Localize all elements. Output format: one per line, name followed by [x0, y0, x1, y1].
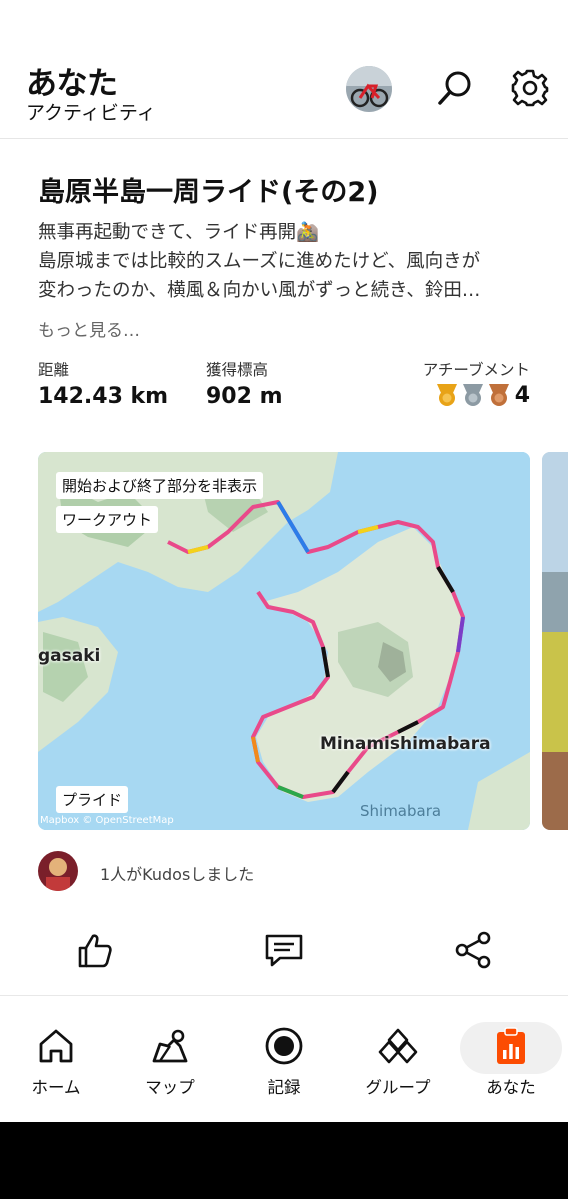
- gold-medal-icon: [436, 384, 457, 406]
- achievements-row[interactable]: 4: [435, 382, 530, 408]
- divider: [0, 995, 568, 996]
- gear-icon[interactable]: [510, 68, 550, 108]
- description-line: 変わったのか、横風＆向かい風がずっと続き、鈴田…: [38, 280, 481, 301]
- map-attribution: Mapbox © OpenStreetMap: [40, 815, 174, 826]
- nav-label: ホーム: [31, 1078, 81, 1097]
- groups-icon: [378, 1028, 418, 1064]
- kudos-avatar[interactable]: [38, 851, 78, 891]
- search-icon[interactable]: [435, 68, 475, 108]
- page-subtitle: アクティビティ: [26, 102, 156, 124]
- kudos-summary[interactable]: 1人がKudosしました: [100, 861, 254, 885]
- elevation-value: 902 m: [206, 384, 283, 409]
- workout-tag: ワークアウト: [56, 506, 159, 533]
- achievements-count: 4: [514, 382, 530, 408]
- system-bar: [0, 1122, 568, 1199]
- nav-record[interactable]: 記録: [232, 1018, 336, 1104]
- route-map[interactable]: 開始および終了部分を非表示 ワークアウト プライド gasaki Minamis…: [38, 452, 530, 830]
- share-icon[interactable]: [452, 928, 496, 972]
- place-label: Minamishimabara: [320, 734, 491, 754]
- nav-label: グループ: [365, 1078, 431, 1097]
- hide-start-end-toggle[interactable]: 開始および終了部分を非表示: [56, 472, 264, 499]
- silver-medal-icon: [462, 384, 483, 406]
- bronze-medal-icon: [488, 384, 509, 406]
- description-line: 無事再起動できて、ライド再開🚵: [38, 222, 320, 243]
- nav-label: 記録: [267, 1078, 301, 1097]
- bottom-nav: ホーム マップ 記録 グループ あなた: [0, 1018, 568, 1118]
- nav-you[interactable]: あなた: [459, 1018, 563, 1104]
- map-icon: [152, 1029, 188, 1063]
- show-more-link[interactable]: もっと見る…: [38, 316, 140, 341]
- distance-value: 142.43 km: [38, 384, 169, 409]
- nav-home[interactable]: ホーム: [4, 1018, 108, 1104]
- page-title: あなた: [26, 66, 118, 102]
- activity-description[interactable]: 無事再起動できて、ライド再開🚵 島原城までは比較的スムーズに進めたけど、風向きが…: [38, 218, 534, 305]
- nav-groups[interactable]: グループ: [346, 1018, 450, 1104]
- place-label: gasaki: [38, 646, 101, 666]
- next-photo-preview[interactable]: [542, 452, 568, 830]
- you-icon: [497, 1027, 525, 1064]
- description-line: 島原城までは比較的スムーズに進めたけど、風向きが: [38, 251, 481, 272]
- home-icon: [39, 1029, 73, 1063]
- kudos-thumb-icon[interactable]: [72, 928, 116, 972]
- distance-label: 距離: [38, 361, 70, 379]
- pride-tag: プライド: [56, 786, 129, 813]
- nav-map[interactable]: マップ: [118, 1018, 222, 1104]
- nav-label: あなた: [486, 1078, 536, 1097]
- profile-avatar[interactable]: [346, 66, 392, 112]
- comment-icon[interactable]: [262, 928, 306, 972]
- elevation-label: 獲得標高: [206, 361, 269, 379]
- nav-label: マップ: [145, 1078, 195, 1097]
- achievements-label: アチーブメント: [422, 361, 530, 379]
- place-label: Shimabara: [360, 802, 442, 820]
- app-header: あなた アクティビティ: [0, 0, 568, 139]
- activity-title[interactable]: 島原半島一周ライド(その2): [38, 170, 378, 209]
- record-icon: [265, 1027, 303, 1065]
